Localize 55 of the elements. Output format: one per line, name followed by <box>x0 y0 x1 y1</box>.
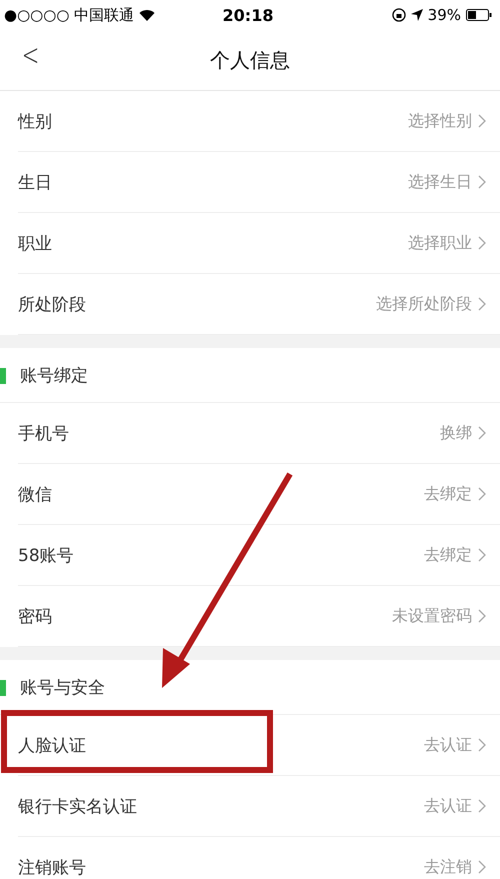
page-title: 个人信息 <box>210 46 290 74</box>
row-label: 注销账号 <box>18 856 86 878</box>
section-header: 账号绑定 <box>20 364 88 386</box>
settings-row[interactable]: 性别 选择性别 <box>18 91 500 152</box>
row-label: 人脸认证 <box>18 734 86 756</box>
row-label: 所处阶段 <box>18 294 86 316</box>
row-label: 性别 <box>18 110 52 132</box>
chevron-icon <box>478 609 486 623</box>
row-value: 未设置密码 <box>392 606 472 626</box>
chevron-icon <box>478 799 486 813</box>
section-marker <box>0 368 6 384</box>
settings-row[interactable]: 注销账号 去注销 <box>18 837 500 879</box>
settings-row[interactable]: 银行卡实名认证 去认证 <box>18 776 500 837</box>
row-label: 生日 <box>18 172 52 194</box>
settings-row[interactable]: 生日 选择生日 <box>18 152 500 213</box>
settings-row[interactable]: 微信 去绑定 <box>18 464 500 525</box>
battery-percent: 39% <box>428 6 461 24</box>
carrier-text: ●○○○○ 中国联通 <box>4 6 134 24</box>
row-value: 去认证 <box>424 734 472 756</box>
settings-row[interactable]: 58账号 去绑定 <box>18 525 500 586</box>
chevron-icon <box>478 860 486 874</box>
location-icon <box>410 9 423 21</box>
row-value: 选择生日 <box>408 172 472 192</box>
chevron-icon <box>478 548 486 562</box>
row-label: 58账号 <box>18 544 74 566</box>
wifi-icon <box>139 9 156 21</box>
row-value: 去绑定 <box>424 484 472 504</box>
row-value: 去注销 <box>424 856 472 878</box>
section-header: 账号与安全 <box>20 676 105 698</box>
row-label: 手机号 <box>18 422 69 444</box>
chevron-icon <box>478 738 486 752</box>
chevron-icon <box>478 426 486 440</box>
chevron-icon <box>478 297 486 311</box>
row-value: 选择职业 <box>408 232 472 254</box>
lock-rotation-icon <box>392 8 406 22</box>
chevron-icon <box>478 114 486 128</box>
row-value: 去绑定 <box>424 544 472 566</box>
row-label: 银行卡实名认证 <box>18 796 137 818</box>
clock-text: 20:18 <box>222 6 274 24</box>
row-label: 微信 <box>18 484 52 506</box>
row-value: 去认证 <box>424 796 472 816</box>
chevron-icon <box>478 175 486 189</box>
settings-row[interactable]: 手机号 换绑 <box>18 403 500 464</box>
row-label: 职业 <box>18 232 52 254</box>
chevron-icon <box>478 236 486 250</box>
back-button[interactable]: < <box>22 38 40 73</box>
row-label: 密码 <box>18 606 52 628</box>
row-value: 换绑 <box>440 422 472 444</box>
chevron-icon <box>478 487 486 501</box>
row-value: 选择所处阶段 <box>376 294 472 314</box>
settings-row[interactable]: 人脸认证 去认证 <box>18 715 500 776</box>
row-value: 选择性别 <box>408 110 472 132</box>
battery-icon <box>466 9 492 21</box>
section-marker <box>0 680 6 696</box>
settings-row[interactable]: 职业 选择职业 <box>18 213 500 274</box>
